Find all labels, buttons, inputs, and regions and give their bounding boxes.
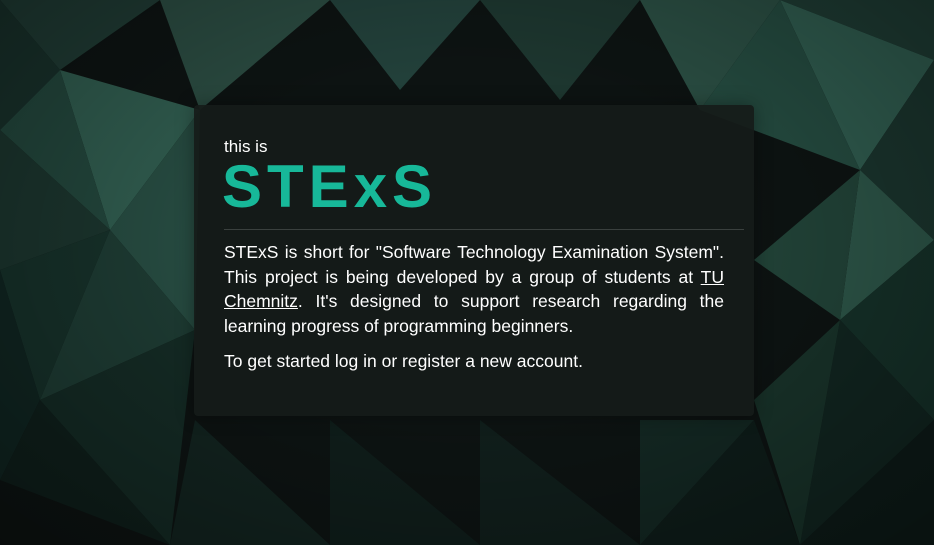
description-text-after-link: . It's designed to support research rega… [224, 291, 724, 336]
brand-title: STExS [222, 153, 438, 220]
call-to-action-text: To get started log in or register a new … [224, 351, 583, 371]
page: this is STExS STExS is short for "Softwa… [0, 0, 934, 545]
description-paragraph: STExS is short for "Software Technology … [224, 240, 724, 338]
intro-card: this is STExS STExS is short for "Softwa… [194, 105, 754, 416]
description-text-before-link: STExS is short for "Software Technology … [224, 242, 724, 287]
divider [224, 229, 744, 230]
